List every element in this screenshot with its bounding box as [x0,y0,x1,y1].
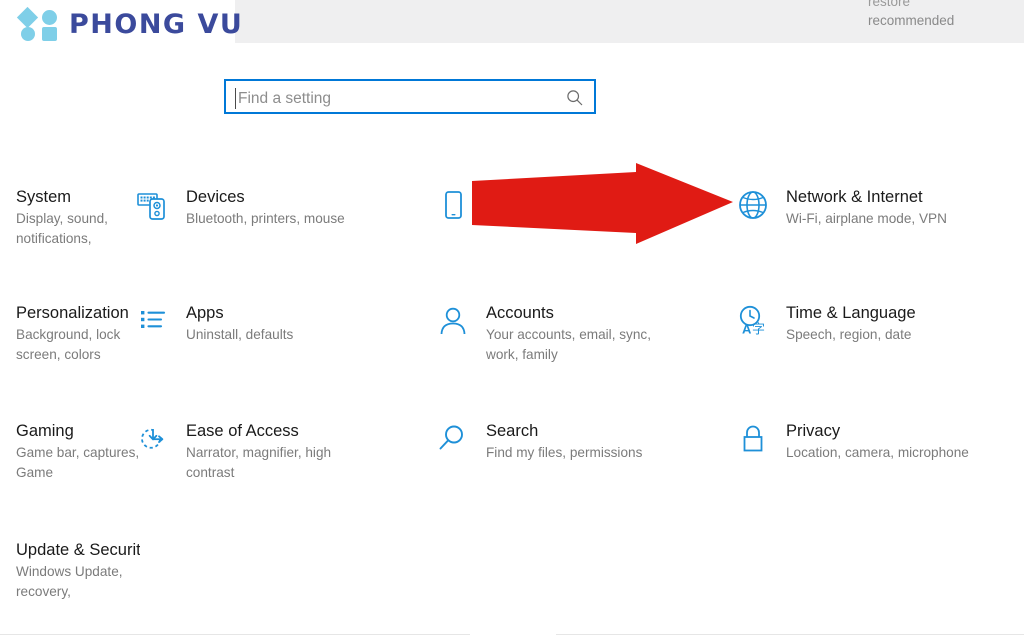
banner-note: restore recommended [868,0,1018,35]
tile-subtitle: Bluetooth, printers, mouse [186,211,345,226]
search-input[interactable]: Find a setting [224,79,596,114]
search-icon[interactable] [566,89,584,107]
bottom-divider-notch [470,631,556,635]
tile-title: Accounts [486,304,554,322]
settings-tile-ease-of-access[interactable]: Ease of Access Narrator, magnifier, high… [130,416,346,483]
clock-language-icon: A 字 [730,298,776,344]
settings-tile-time-language[interactable]: A 字 Time & Language Speech, region, date [730,298,916,345]
tile-subtitle: Narrator, magnifier, high contrast [186,445,332,480]
settings-tile-text: Gaming Game bar, captures, Game [16,416,140,483]
tile-title: Time & Language [786,304,916,322]
settings-tile-apps[interactable]: Apps Uninstall, defaults [130,298,293,345]
globe-icon [730,182,776,228]
devices-icon [130,182,176,228]
settings-tile-search[interactable]: Search Find my files, permissions [430,416,642,463]
settings-tile-text: Time & Language Speech, region, date [786,298,916,345]
tile-subtitle: Your accounts, email, sync, work, family [486,327,651,362]
settings-tile-text: Update & Security Windows Update, recove… [16,535,140,602]
search-placeholder-text: Find a setting [238,90,332,107]
tile-subtitle: Game bar, captures, Game [16,445,140,480]
tile-subtitle: Display, sound, notifications, [16,211,108,246]
monitor-icon [0,182,6,228]
settings-tile-devices[interactable]: Devices Bluetooth, printers, mouse [130,182,345,229]
phong-vu-logo[interactable]: PHONG VU [16,6,244,41]
settings-tile-network-internet[interactable]: Network & Internet Wi-Fi, airplane mode,… [730,182,947,229]
logo-square-icon [42,27,57,41]
tile-subtitle: Speech, region, date [786,327,912,342]
brush-icon [0,298,6,344]
settings-screenshot: PHONG VU restore recommended Find a sett… [0,0,1024,640]
tile-subtitle: Windows Update, recovery, [16,564,123,599]
tile-title: Privacy [786,422,841,440]
banner-note-line: recommended [868,13,955,28]
tile-title: Search [486,422,539,440]
settings-tile-text: Privacy Location, camera, microphone [786,416,969,463]
settings-tile-text: Devices Bluetooth, printers, mouse [186,182,345,229]
tile-subtitle: Wi-Fi, airplane mode, VPN [786,211,947,226]
text-caret [235,88,236,109]
settings-tile-personalization[interactable]: Personalization Background, lock screen,… [0,298,140,365]
settings-tile-text: Search Find my files, permissions [486,416,642,463]
tile-title: Personalization [16,304,129,322]
tile-title: Network & Internet [786,188,923,206]
settings-tile-privacy[interactable]: Privacy Location, camera, microphone [730,416,969,463]
tile-subtitle: Background, lock screen, colors [16,327,121,362]
lock-icon [730,416,776,462]
update-icon [0,535,6,581]
svg-text:A: A [742,322,752,337]
tile-title: Update & Security [16,541,140,559]
settings-tile-text: Accounts Your accounts, email, sync, wor… [486,298,654,365]
logo-circle-top-icon [42,10,57,25]
settings-tile-text: Personalization Background, lock screen,… [16,298,140,365]
logo-wordmark: PHONG VU [69,9,244,40]
person-icon [430,298,476,344]
settings-tile-gaming[interactable]: Gaming Game bar, captures, Game [0,416,140,483]
tile-subtitle: Uninstall, defaults [186,327,294,342]
tile-title: System [16,188,72,206]
magnifier-icon [430,416,476,462]
settings-tile-update-security[interactable]: Update & Security Windows Update, recove… [0,535,140,602]
tile-subtitle: Find my files, permissions [486,445,643,460]
top-banner: PHONG VU restore recommended [0,0,1024,43]
tile-title: Devices [186,188,245,206]
settings-tile-text: Ease of Access Narrator, magnifier, high… [186,416,346,483]
settings-tile-system[interactable]: System Display, sound, notifications, [0,182,140,249]
settings-tile-text: Apps Uninstall, defaults [186,298,293,345]
logo-diamond-icon [16,6,39,29]
settings-tile-text: System Display, sound, notifications, [16,182,140,249]
tile-title: Gaming [16,422,74,440]
settings-tile-accounts[interactable]: Accounts Your accounts, email, sync, wor… [430,298,654,365]
banner-note-clipped-line: restore [868,0,911,9]
tile-subtitle: Location, camera, microphone [786,445,969,460]
gaming-icon [0,416,6,462]
ease-of-access-icon [130,416,176,462]
svg-text:字: 字 [752,323,765,338]
red-arrow [472,163,733,244]
tile-title: Apps [186,304,224,322]
logo-marks-icon [16,6,59,41]
logo-circle-bottom-icon [21,27,35,41]
tile-title: Ease of Access [186,422,299,440]
list-icon [130,298,176,344]
settings-tile-text: Network & Internet Wi-Fi, airplane mode,… [786,182,947,229]
